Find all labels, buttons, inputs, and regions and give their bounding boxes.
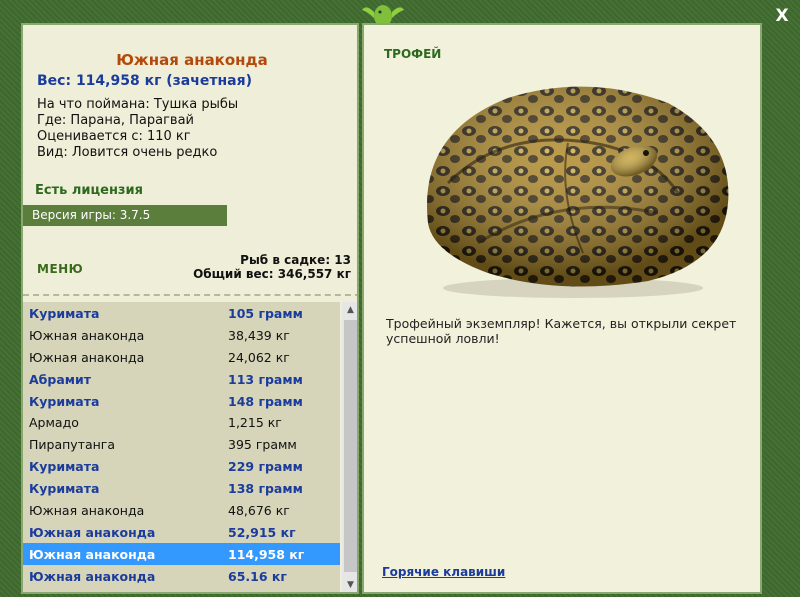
hotkeys-link[interactable]: Горячие клавиши <box>382 565 505 579</box>
catch-list-row[interactable]: Южная анаконда 24,062 кг <box>23 346 340 368</box>
catch-list-row[interactable]: Пирапутанга 395 грамм <box>23 433 340 455</box>
catch-list-row[interactable]: Южная анаконда 38,439 кг <box>23 324 340 346</box>
catch-fish-weight: 138 грамм <box>228 481 303 497</box>
scroll-down-icon[interactable]: ▼ <box>342 577 357 592</box>
close-button[interactable]: X <box>772 6 792 26</box>
catch-list-row[interactable]: Армадо 1,215 кг <box>23 411 340 433</box>
catch-fish-name: Южная анаконда <box>29 349 145 365</box>
rating-info: Оценивается с: 110 кг <box>37 129 191 144</box>
catch-list-row[interactable]: Куримата 148 грамм <box>23 390 340 412</box>
scroll-thumb[interactable] <box>344 320 357 572</box>
trophy-description: Трофейный экземпляр! Кажется, вы открыли… <box>386 316 737 346</box>
catch-fish-weight: 113 грамм <box>228 371 303 387</box>
catch-list-row[interactable]: Абрамит 113 грамм <box>23 368 340 390</box>
catch-fish-name: Южная анаконда <box>29 546 156 562</box>
rarity-info: Вид: Ловится очень редко <box>37 145 218 160</box>
keepnet-summary: Рыб в садке: 13 Общий вес: 346,557 кг <box>193 253 351 281</box>
catch-fish-name: Абрамит <box>29 371 92 387</box>
scrollbar[interactable]: ▲ ▼ <box>342 302 357 592</box>
fish-name: Южная анаконда <box>116 51 268 69</box>
catch-fish-weight: 148 грамм <box>228 393 303 409</box>
scroll-up-icon[interactable]: ▲ <box>342 302 357 319</box>
catch-fish-weight: 105 грамм <box>228 306 303 321</box>
catch-fish-weight: 114,958 кг <box>228 546 305 562</box>
catch-list-row[interactable]: Южная анаконда 65.16 кг <box>23 565 340 587</box>
trophy-panel: ТРОФЕЙ Трофейный экземпляр! Кажется, вы … <box>362 23 762 594</box>
catch-list-row[interactable]: Южная анаконда 52,915 кг <box>23 521 340 543</box>
keepnet-count: Рыб в садке: 13 <box>240 253 351 267</box>
catch-fish-weight: 52,915 кг <box>228 524 296 540</box>
keepnet-total-weight: Общий вес: 346,557 кг <box>193 267 351 281</box>
fish-weight: Вес: 114,958 кг (зачетная) <box>37 73 252 89</box>
bait-info: На что поймана: Тушка рыбы <box>37 97 239 112</box>
catch-fish-weight: 48,676 кг <box>228 503 290 519</box>
location-info: Где: Парана, Парагвай <box>37 113 194 128</box>
catch-fish-name: Куримата <box>29 459 100 475</box>
catch-list-row[interactable]: Куримата 138 грамм <box>23 477 340 499</box>
catch-list-row[interactable]: Куримата 105 грамм <box>23 302 340 324</box>
catch-fish-name: Куримата <box>29 481 100 497</box>
license-status: Есть лицензия <box>35 183 143 198</box>
catch-fish-name: Армадо <box>29 415 79 431</box>
catch-fish-name: Южная анаконда <box>29 503 145 519</box>
catch-fish-name: Южная анаконда <box>29 568 156 584</box>
fish-info-panel: Южная анаконда Вес: 114,958 кг (зачетная… <box>21 23 359 594</box>
catch-fish-name: Южная анаконда <box>29 524 156 540</box>
anaconda-trophy-image <box>427 86 729 298</box>
catch-fish-weight: 24,062 кг <box>228 349 290 365</box>
catch-fish-weight: 38,439 кг <box>228 327 290 343</box>
catch-list-row[interactable]: Куримата 229 грамм <box>23 455 340 477</box>
catch-list-row[interactable]: Южная анаконда 114,958 кг <box>23 542 340 565</box>
catch-fish-weight: 229 грамм <box>228 459 303 475</box>
catch-fish-weight: 65.16 кг <box>228 568 287 584</box>
menu-button[interactable]: МЕНЮ <box>37 262 83 276</box>
catch-fish-name: Пирапутанга <box>29 437 116 453</box>
catch-fish-name: Южная анаконда <box>29 327 145 343</box>
catch-fish-weight: 395 грамм <box>228 437 297 453</box>
game-version: Версия игры: 3.7.5 <box>23 205 227 226</box>
catch-fish-weight: 1,215 кг <box>228 415 282 431</box>
catch-list[interactable]: Куримата 105 грамм Южная анаконда 38,439 кг… <box>23 302 340 592</box>
catch-list-row[interactable]: Южная анаконда 48,676 кг <box>23 499 340 521</box>
divider <box>23 294 357 300</box>
catch-fish-name: Куримата <box>29 393 100 409</box>
close-icon: X <box>775 6 789 26</box>
trophy-label: ТРОФЕЙ <box>384 47 442 61</box>
catch-fish-name: Куримата <box>29 306 100 321</box>
